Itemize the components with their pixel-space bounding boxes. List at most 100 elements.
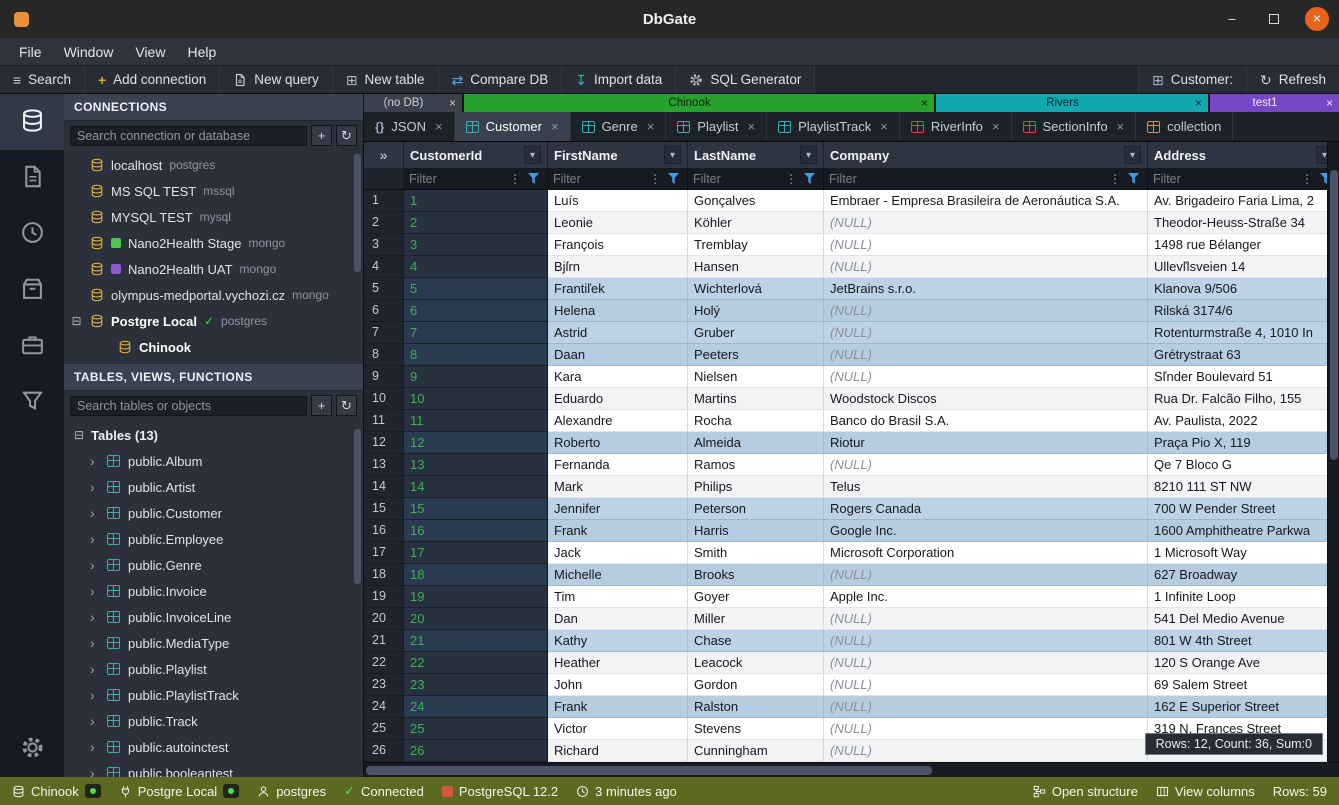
cell-address[interactable]: Av. Paulista, 2022 xyxy=(1148,410,1339,432)
cell-firstname[interactable]: Helena xyxy=(548,300,688,322)
column-header-firstname[interactable]: FirstName ▾ xyxy=(548,142,688,168)
cell-firstname[interactable]: Daan xyxy=(548,344,688,366)
cell-customerid[interactable]: 22 xyxy=(404,652,548,674)
cell-lastname[interactable]: Hansen xyxy=(688,256,824,278)
widgetbar-settings[interactable] xyxy=(0,721,64,777)
chevron-right-icon[interactable]: › xyxy=(90,739,99,755)
cell-lastname[interactable]: Wichterlová xyxy=(688,278,824,300)
cell-company[interactable]: (NULL) xyxy=(824,454,1148,476)
cell-company[interactable]: Embraer - Empresa Brasileira de Aeronáut… xyxy=(824,190,1148,212)
cell-lastname[interactable]: Peterson xyxy=(688,498,824,520)
close-group-icon[interactable]: × xyxy=(1320,96,1339,110)
cell-address[interactable]: Klanova 9/506 xyxy=(1148,278,1339,300)
table-public-mediatype[interactable]: › public.MediaType xyxy=(64,630,363,656)
toolbar-button-add-connection[interactable]: + Add connection xyxy=(85,66,220,93)
table-row[interactable]: 23 23 John Gordon (NULL) 69 Salem Street xyxy=(364,674,1339,696)
table-row[interactable]: 11 11 Alexandre Rocha Banco do Brasil S.… xyxy=(364,410,1339,432)
cell-lastname[interactable]: Gruber xyxy=(688,322,824,344)
row-number[interactable]: 22 xyxy=(364,652,404,674)
close-tab-icon[interactable]: × xyxy=(747,119,755,134)
table-public-booleantest[interactable]: › public.booleantest xyxy=(64,760,363,777)
table-row[interactable]: 1 1 Luís Gonçalves Embraer - Empresa Bra… xyxy=(364,190,1339,212)
table-row[interactable]: 13 13 Fernanda Ramos (NULL) Qe 7 Bloco G xyxy=(364,454,1339,476)
table-row[interactable]: 8 8 Daan Peeters (NULL) Grétrystraat 63 xyxy=(364,344,1339,366)
table-row[interactable]: 17 17 Jack Smith Microsoft Corporation 1… xyxy=(364,542,1339,564)
cell-lastname[interactable]: Leacock xyxy=(688,652,824,674)
row-number[interactable]: 11 xyxy=(364,410,404,432)
cell-company[interactable]: Telus xyxy=(824,476,1148,498)
chevron-right-icon[interactable]: › xyxy=(90,531,99,547)
toolbar-button-new-table[interactable]: ⊞ New table xyxy=(333,66,439,93)
menu-help[interactable]: Help xyxy=(176,38,227,66)
maximize-button[interactable] xyxy=(1263,11,1285,27)
table-public-album[interactable]: › public.Album xyxy=(64,448,363,474)
row-number[interactable]: 25 xyxy=(364,718,404,740)
toolbar-button-new-query[interactable]: New query xyxy=(220,66,333,93)
widgetbar-filter[interactable] xyxy=(0,374,64,430)
row-number[interactable]: 6 xyxy=(364,300,404,322)
cell-company[interactable]: Riotur xyxy=(824,432,1148,454)
cell-firstname[interactable]: Bjſrn xyxy=(548,256,688,278)
close-tab-icon[interactable]: × xyxy=(647,119,655,134)
table-row[interactable]: 5 5 Frantiľek Wichterlová JetBrains s.r.… xyxy=(364,278,1339,300)
refresh-connections-button[interactable]: ↻ xyxy=(336,125,357,146)
table-row[interactable]: 24 24 Frank Ralston (NULL) 162 E Superio… xyxy=(364,696,1339,718)
table-row[interactable]: 3 3 François Tremblay (NULL) 1498 rue Bé… xyxy=(364,234,1339,256)
cell-company[interactable]: (NULL) xyxy=(824,608,1148,630)
cell-firstname[interactable]: Fernanda xyxy=(548,454,688,476)
table-public-playlisttrack[interactable]: › public.PlaylistTrack xyxy=(64,682,363,708)
table-row[interactable]: 7 7 Astrid Gruber (NULL) Rotenturmstraße… xyxy=(364,322,1339,344)
cell-address[interactable]: Rotenturmstraße 4, 1010 In xyxy=(1148,322,1339,344)
cell-company[interactable]: (NULL) xyxy=(824,564,1148,586)
column-dropdown-icon[interactable]: ▾ xyxy=(524,146,541,164)
cell-firstname[interactable]: Tim xyxy=(548,586,688,608)
close-tab-icon[interactable]: × xyxy=(551,119,559,134)
connection-olympus-medportal-vychozi-cz[interactable]: olympus-medportal.vychozi.cz mongo xyxy=(64,282,363,308)
chevron-right-icon[interactable]: › xyxy=(90,713,99,729)
filter-menu-icon[interactable]: ⋮ xyxy=(1297,172,1317,186)
chevron-right-icon[interactable]: › xyxy=(90,479,99,495)
cell-address[interactable]: Grétrystraat 63 xyxy=(1148,344,1339,366)
filter-menu-icon[interactable]: ⋮ xyxy=(645,172,665,186)
table-row[interactable]: 16 16 Frank Harris Google Inc. 1600 Amph… xyxy=(364,520,1339,542)
horizontal-scroll-thumb[interactable] xyxy=(366,766,932,775)
table-public-invoiceline[interactable]: › public.InvoiceLine xyxy=(64,604,363,630)
status-view-columns[interactable]: View columns xyxy=(1156,784,1255,799)
tab-sectioninfo[interactable]: SectionInfo × xyxy=(1012,112,1137,141)
tab-collection[interactable]: collection xyxy=(1136,112,1233,141)
table-row[interactable]: 9 9 Kara Nielsen (NULL) Sľnder Boulevard… xyxy=(364,366,1339,388)
cell-customerid[interactable]: 2 xyxy=(404,212,548,234)
cell-address[interactable]: 8210 111 ST NW xyxy=(1148,476,1339,498)
table-public-artist[interactable]: › public.Artist xyxy=(64,474,363,500)
cell-customerid[interactable]: 3 xyxy=(404,234,548,256)
chevron-right-icon[interactable]: › xyxy=(90,453,99,469)
toolbar-button-import-data[interactable]: ↧ Import data xyxy=(562,66,676,93)
cell-firstname[interactable]: Frank xyxy=(548,520,688,542)
cell-firstname[interactable]: Mark xyxy=(548,476,688,498)
filter-firstname[interactable]: Filter ⋮ xyxy=(548,168,688,189)
row-number[interactable]: 9 xyxy=(364,366,404,388)
table-row[interactable]: 19 19 Tim Goyer Apple Inc. 1 Infinite Lo… xyxy=(364,586,1339,608)
add-connection-small-button[interactable]: + xyxy=(311,125,332,146)
tab-group-rivers[interactable]: Rivers × xyxy=(936,94,1208,112)
cell-customerid[interactable]: 19 xyxy=(404,586,548,608)
cell-company[interactable]: Rogers Canada xyxy=(824,498,1148,520)
funnel-icon[interactable] xyxy=(804,173,815,184)
menu-window[interactable]: Window xyxy=(53,38,125,66)
cell-address[interactable]: 541 Del Medio Avenue xyxy=(1148,608,1339,630)
cell-company[interactable]: (NULL) xyxy=(824,366,1148,388)
cell-firstname[interactable]: Michelle xyxy=(548,564,688,586)
close-tab-icon[interactable]: × xyxy=(992,119,1000,134)
cell-lastname[interactable]: Tremblay xyxy=(688,234,824,256)
cell-lastname[interactable]: Cunningham xyxy=(688,740,824,762)
cell-firstname[interactable]: Astrid xyxy=(548,322,688,344)
cell-company[interactable]: Woodstock Discos xyxy=(824,388,1148,410)
toolbar-button-sql-generator[interactable]: SQL Generator xyxy=(676,66,815,93)
table-public-autoinctest[interactable]: › public.autoinctest xyxy=(64,734,363,760)
filter-customerid[interactable]: Filter ⋮ xyxy=(404,168,548,189)
cell-customerid[interactable]: 4 xyxy=(404,256,548,278)
row-number[interactable]: 18 xyxy=(364,564,404,586)
cell-company[interactable]: (NULL) xyxy=(824,212,1148,234)
cell-address[interactable]: Ullevľlsveien 14 xyxy=(1148,256,1339,278)
cell-company[interactable]: (NULL) xyxy=(824,322,1148,344)
